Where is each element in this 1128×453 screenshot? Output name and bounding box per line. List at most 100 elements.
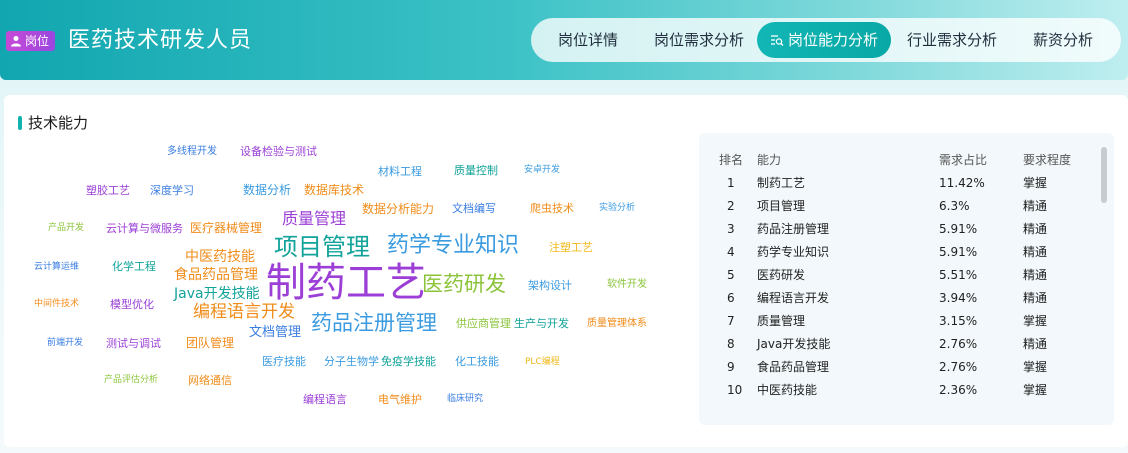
- cloud-word: 前端开发: [47, 338, 84, 348]
- list-search-icon: [770, 35, 784, 46]
- position-badge: 岗位: [6, 31, 56, 51]
- cell-ability: Java开发技能: [757, 337, 831, 351]
- cell-share: 5.91%: [939, 221, 978, 236]
- cloud-word: PLC编程: [525, 357, 560, 367]
- tab-bar: 岗位详情 岗位需求分析 岗位能力分析 行业需求分析 薪资分析: [531, 18, 1121, 62]
- user-icon: [11, 36, 21, 47]
- cloud-word: 医疗器械管理: [190, 221, 263, 235]
- cloud-word: 塑胶工艺: [86, 184, 130, 197]
- page-header: 岗位 医药技术研发人员 岗位详情 岗位需求分析 岗位能力分析 行业需求分析 薪资…: [0, 0, 1128, 80]
- column-header-level: 要求程度: [1023, 152, 1072, 167]
- cloud-word: 分子生物学: [324, 355, 379, 368]
- tab-ability-analysis-label: 岗位能力分析: [787, 31, 878, 49]
- cloud-word: 食品药品管理: [174, 267, 258, 283]
- cell-ability: 中医药技能: [757, 383, 818, 397]
- cell-level: 精通: [1023, 199, 1048, 213]
- cloud-word: 深度学习: [150, 184, 194, 197]
- cloud-word: 注塑工艺: [549, 241, 593, 254]
- cloud-word: 临床研究: [447, 394, 484, 404]
- tab-industry-analysis[interactable]: 行业需求分析: [891, 22, 1013, 58]
- cloud-word: 供应商管理: [456, 317, 511, 330]
- tab-demand-analysis[interactable]: 岗位需求分析: [641, 22, 757, 58]
- cell-level: 精通: [1023, 268, 1048, 282]
- cloud-word: 质量管理: [282, 209, 347, 228]
- word-cloud: 多线程开发 设备检验与测试 材料工程 质量控制 安卓开发 塑胶工艺 深度学习 数…: [4, 135, 684, 415]
- cloud-word: 项目管理: [274, 233, 370, 261]
- cell-rank: 7: [727, 313, 735, 328]
- cloud-word: 质量控制: [454, 164, 498, 177]
- cell-rank: 6: [727, 290, 735, 305]
- cell-share: 3.15%: [939, 313, 978, 328]
- cloud-word: 编程语言: [303, 393, 347, 406]
- table-scrollbar[interactable]: [1101, 147, 1107, 203]
- badge-label: 岗位: [25, 34, 50, 48]
- cell-share: 6.3%: [939, 198, 970, 213]
- cloud-word: 安卓开发: [524, 165, 561, 175]
- cloud-word: 数据分析: [243, 183, 292, 197]
- cloud-word: 医药研发: [422, 272, 506, 296]
- cell-rank: 9: [727, 359, 735, 374]
- ranking-table-panel: 排名 能力 需求占比 要求程度 1 制药工艺 11.42% 掌握 2 项目管理 6.3% 精通…: [699, 133, 1114, 425]
- cell-level: 掌握: [1023, 383, 1048, 397]
- cloud-word: 云计算运维: [34, 262, 80, 272]
- cell-level: 精通: [1023, 291, 1048, 305]
- cloud-word: 电气维护: [378, 393, 422, 406]
- cell-level: 精通: [1023, 245, 1048, 259]
- cloud-word: 中间件技术: [34, 299, 80, 309]
- cell-ability: 医药研发: [757, 268, 806, 282]
- cloud-word: 生产与开发: [514, 317, 569, 330]
- cloud-word: 测试与调试: [106, 337, 161, 350]
- cell-rank: 1: [727, 175, 735, 190]
- cloud-word: 文档管理: [249, 325, 302, 340]
- cloud-word: 编程语言开发: [193, 302, 295, 322]
- table-row: 6 编程语言开发 3.94% 精通: [699, 286, 1093, 309]
- table-row: 7 质量管理 3.15% 掌握: [699, 309, 1093, 332]
- cell-level: 精通: [1023, 222, 1048, 236]
- tab-position-detail[interactable]: 岗位详情: [535, 22, 641, 58]
- cloud-word: 化工技能: [455, 355, 499, 368]
- cell-share: 5.51%: [939, 267, 978, 282]
- table-row: 10 中医药技能 2.36% 掌握: [699, 378, 1093, 401]
- cell-level: 精通: [1023, 337, 1048, 351]
- cloud-word: 药学专业知识: [387, 233, 520, 258]
- cloud-word: 药品注册管理: [311, 311, 437, 335]
- tab-ability-analysis[interactable]: 岗位能力分析: [757, 22, 891, 58]
- cell-share: 3.94%: [939, 290, 978, 305]
- cell-share: 2.36%: [939, 382, 978, 397]
- cloud-word: 免疫学技能: [381, 355, 436, 368]
- section-title-text: 技术能力: [28, 114, 89, 132]
- cell-rank: 8: [727, 336, 735, 351]
- cell-ability: 编程语言开发: [757, 291, 830, 305]
- table-fade: [699, 407, 1114, 425]
- cloud-word: 团队管理: [186, 336, 235, 350]
- section-marker: [18, 116, 22, 130]
- cell-level: 掌握: [1023, 176, 1048, 190]
- cloud-word: 实验分析: [599, 203, 636, 213]
- cloud-word: 数据库技术: [304, 183, 365, 197]
- section-title: 技术能力: [18, 113, 88, 133]
- cell-share: 5.91%: [939, 244, 978, 259]
- cell-ability: 药品注册管理: [757, 222, 830, 236]
- cell-share: 2.76%: [939, 336, 978, 351]
- table-row: 2 项目管理 6.3% 精通: [699, 194, 1093, 217]
- table-row: 9 食品药品管理 2.76% 掌握: [699, 355, 1093, 378]
- cloud-word: Java开发技能: [174, 286, 260, 302]
- column-header-ability: 能力: [757, 152, 782, 167]
- cloud-word: 产品开发: [48, 223, 85, 233]
- column-header-rank: 排名: [719, 152, 744, 167]
- skills-card: 技术能力 多线程开发 设备检验与测试 材料工程 质量控制 安卓开发 塑胶工艺 深…: [4, 95, 1128, 447]
- cell-share: 11.42%: [939, 175, 985, 190]
- tab-salary-analysis[interactable]: 薪资分析: [1013, 22, 1113, 58]
- cloud-word: 中医药技能: [185, 249, 255, 265]
- table-row: 1 制药工艺 11.42% 掌握: [699, 171, 1093, 194]
- cell-level: 掌握: [1023, 360, 1048, 374]
- cell-ability: 制药工艺: [757, 176, 806, 190]
- page-title: 医药技术研发人员: [68, 28, 253, 53]
- cloud-word: 化学工程: [112, 260, 156, 273]
- column-header-share: 需求占比: [939, 152, 988, 167]
- cell-ability: 药学专业知识: [757, 245, 830, 259]
- cell-rank: 2: [727, 198, 735, 213]
- cell-rank: 3: [727, 221, 735, 236]
- cloud-word: 云计算与微服务: [106, 222, 183, 235]
- cell-share: 2.76%: [939, 359, 978, 374]
